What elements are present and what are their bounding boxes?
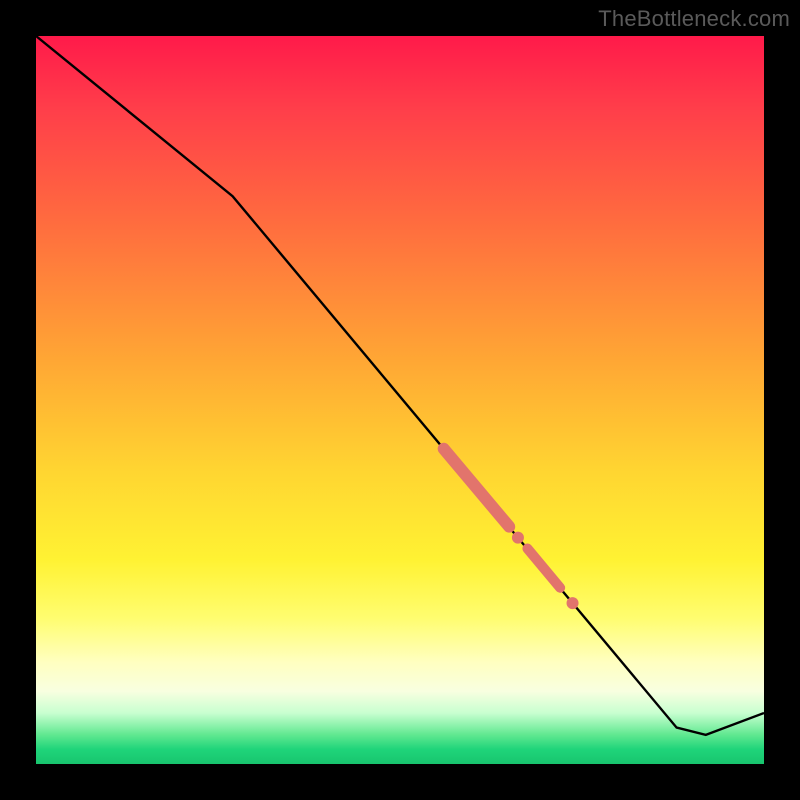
dot-mid	[512, 532, 524, 544]
main-curve	[36, 36, 764, 735]
chart-frame: TheBottleneck.com	[0, 0, 800, 800]
dot-low	[567, 597, 579, 609]
plot-overlay	[36, 36, 764, 764]
plot-area	[36, 36, 764, 764]
watermark-text: TheBottleneck.com	[598, 6, 790, 32]
thick-upper	[444, 449, 510, 527]
thick-lower	[527, 549, 560, 588]
highlight-group	[444, 449, 579, 609]
